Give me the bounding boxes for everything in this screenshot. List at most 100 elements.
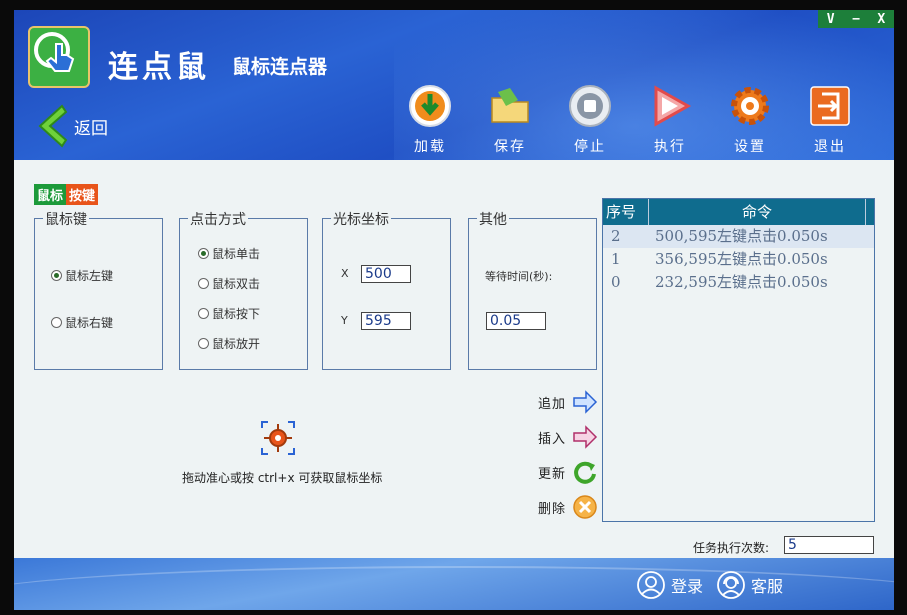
footer-bar: 登录 客服 bbox=[14, 558, 894, 610]
other-title: 其他 bbox=[477, 209, 509, 229]
run-button[interactable]: 执行 bbox=[640, 84, 700, 156]
mode-tabs: 鼠标 按键 bbox=[34, 184, 99, 205]
row-command: 500,595左键点击0.050s bbox=[655, 227, 828, 245]
service-label: 客服 bbox=[751, 577, 784, 596]
delete-label: 删除 bbox=[538, 501, 567, 517]
login-label: 登录 bbox=[671, 577, 704, 596]
exit-button[interactable]: 退出 bbox=[800, 84, 860, 156]
play-icon bbox=[654, 85, 692, 127]
app-title: 连点鼠 bbox=[108, 50, 210, 85]
radio-release[interactable]: 鼠标放开 bbox=[198, 335, 260, 352]
wait-time-label: 等待时间(秒): bbox=[485, 270, 553, 283]
row-index: 0 bbox=[611, 273, 621, 291]
x-field[interactable]: 500 bbox=[361, 265, 411, 283]
command-list-header: 序号 命令 bbox=[603, 199, 874, 225]
crosshair-icon bbox=[261, 421, 295, 455]
exit-label: 退出 bbox=[814, 139, 846, 155]
radio-dot-icon bbox=[51, 270, 62, 281]
app-subtitle: 鼠标连点器 bbox=[232, 56, 328, 78]
restore-button[interactable]: V bbox=[827, 12, 835, 27]
command-list[interactable]: 序号 命令 2 500,595左键点击0.050s 1 356,595左键点击0… bbox=[602, 198, 875, 522]
radio-label: 鼠标右键 bbox=[65, 316, 114, 330]
delete-icon bbox=[573, 495, 597, 519]
add-button[interactable]: 追加 bbox=[538, 389, 598, 415]
update-button[interactable]: 更新 bbox=[538, 459, 598, 485]
minimize-button[interactable]: − bbox=[852, 12, 860, 27]
list-item[interactable]: 0 232,595左键点击0.050s bbox=[603, 271, 874, 294]
settings-label: 设置 bbox=[734, 139, 766, 155]
y-label: Y bbox=[341, 314, 348, 327]
radio-label: 鼠标左键 bbox=[65, 269, 114, 283]
mouse-button-group: 鼠标键 鼠标左键 鼠标右键 bbox=[34, 209, 163, 370]
radio-label: 鼠标单击 bbox=[212, 247, 261, 261]
radio-dot-icon bbox=[51, 317, 62, 328]
row-command: 356,595左键点击0.050s bbox=[655, 250, 828, 268]
radio-dot-icon bbox=[198, 248, 209, 259]
x-label: X bbox=[341, 267, 349, 280]
add-label: 追加 bbox=[538, 396, 567, 412]
radio-dot-icon bbox=[198, 338, 209, 349]
wait-time-field[interactable]: 0.05 bbox=[486, 312, 546, 330]
row-index: 2 bbox=[611, 227, 621, 245]
app-window: V − X 连点鼠 鼠标连点器 返回 加载 保存 停止 执行 设置 退出 鼠标 … bbox=[14, 10, 894, 610]
repeat-count-field[interactable]: 5 bbox=[784, 536, 874, 554]
save-label: 保存 bbox=[494, 139, 526, 155]
y-field[interactable]: 595 bbox=[361, 312, 411, 330]
back-button[interactable]: 返回 bbox=[34, 104, 108, 148]
other-group: 其他 等待时间(秒): 0.05 bbox=[468, 209, 597, 370]
list-item[interactable]: 1 356,595左键点击0.050s bbox=[603, 248, 874, 271]
load-button[interactable]: 加载 bbox=[400, 84, 460, 156]
row-index: 1 bbox=[611, 250, 621, 268]
update-label: 更新 bbox=[538, 466, 567, 482]
user-icon bbox=[637, 571, 665, 599]
stop-icon bbox=[569, 85, 611, 127]
exit-icon bbox=[810, 86, 850, 126]
header-bar: V − X 连点鼠 鼠标连点器 返回 加载 保存 停止 执行 设置 退出 bbox=[14, 10, 894, 160]
radio-left-button[interactable]: 鼠标左键 bbox=[51, 267, 113, 284]
column-header-command[interactable]: 命令 bbox=[649, 199, 866, 225]
back-label: 返回 bbox=[74, 118, 108, 139]
list-item[interactable]: 2 500,595左键点击0.050s bbox=[603, 225, 874, 248]
repeat-count-label: 任务执行次数: bbox=[693, 541, 770, 555]
tab-mouse[interactable]: 鼠标 bbox=[34, 184, 67, 205]
chevron-left-icon bbox=[38, 104, 68, 148]
service-button[interactable]: 客服 bbox=[716, 570, 783, 600]
row-command: 232,595左键点击0.050s bbox=[655, 273, 828, 291]
radio-label: 鼠标按下 bbox=[212, 307, 261, 321]
folder-icon bbox=[491, 88, 529, 123]
radio-label: 鼠标放开 bbox=[212, 337, 261, 351]
cursor-coords-title: 光标坐标 bbox=[331, 209, 391, 229]
load-label: 加载 bbox=[414, 139, 446, 155]
click-mode-title: 点击方式 bbox=[188, 209, 248, 229]
stop-button[interactable]: 停止 bbox=[560, 84, 620, 156]
column-header-index[interactable]: 序号 bbox=[603, 199, 649, 225]
radio-label: 鼠标双击 bbox=[212, 277, 261, 291]
radio-press[interactable]: 鼠标按下 bbox=[198, 305, 260, 322]
click-mode-group: 点击方式 鼠标单击 鼠标双击 鼠标按下 鼠标放开 bbox=[179, 209, 308, 370]
delete-button[interactable]: 删除 bbox=[538, 494, 598, 520]
refresh-icon bbox=[574, 461, 596, 484]
insert-label: 插入 bbox=[538, 431, 567, 447]
login-button[interactable]: 登录 bbox=[636, 570, 703, 600]
radio-double-click[interactable]: 鼠标双击 bbox=[198, 275, 260, 292]
mouse-button-title: 鼠标键 bbox=[43, 209, 89, 229]
radio-dot-icon bbox=[198, 308, 209, 319]
radio-single-click[interactable]: 鼠标单击 bbox=[198, 245, 260, 262]
crosshair-target[interactable] bbox=[260, 420, 296, 456]
main-panel: 鼠标 按键 鼠标键 鼠标左键 鼠标右键 点击方式 鼠标单击 鼠标双击 鼠标按下 … bbox=[14, 160, 894, 558]
insert-button[interactable]: 插入 bbox=[538, 424, 598, 450]
radio-right-button[interactable]: 鼠标右键 bbox=[51, 314, 113, 331]
close-button[interactable]: X bbox=[877, 12, 885, 27]
arrow-right-icon bbox=[573, 390, 598, 414]
crosshair-hint: 拖动准心或按 ctrl+x 可获取鼠标坐标 bbox=[182, 471, 383, 485]
settings-button[interactable]: 设置 bbox=[720, 84, 780, 156]
save-button[interactable]: 保存 bbox=[480, 84, 540, 156]
window-controls: V − X bbox=[818, 10, 894, 28]
app-logo bbox=[28, 26, 90, 88]
tab-key[interactable]: 按键 bbox=[66, 184, 99, 205]
load-icon bbox=[409, 85, 451, 127]
insert-arrow-icon bbox=[573, 425, 598, 449]
radio-dot-icon bbox=[198, 278, 209, 289]
cursor-coords-group: 光标坐标 X 500 Y 595 bbox=[322, 209, 451, 370]
gear-icon bbox=[731, 87, 769, 125]
